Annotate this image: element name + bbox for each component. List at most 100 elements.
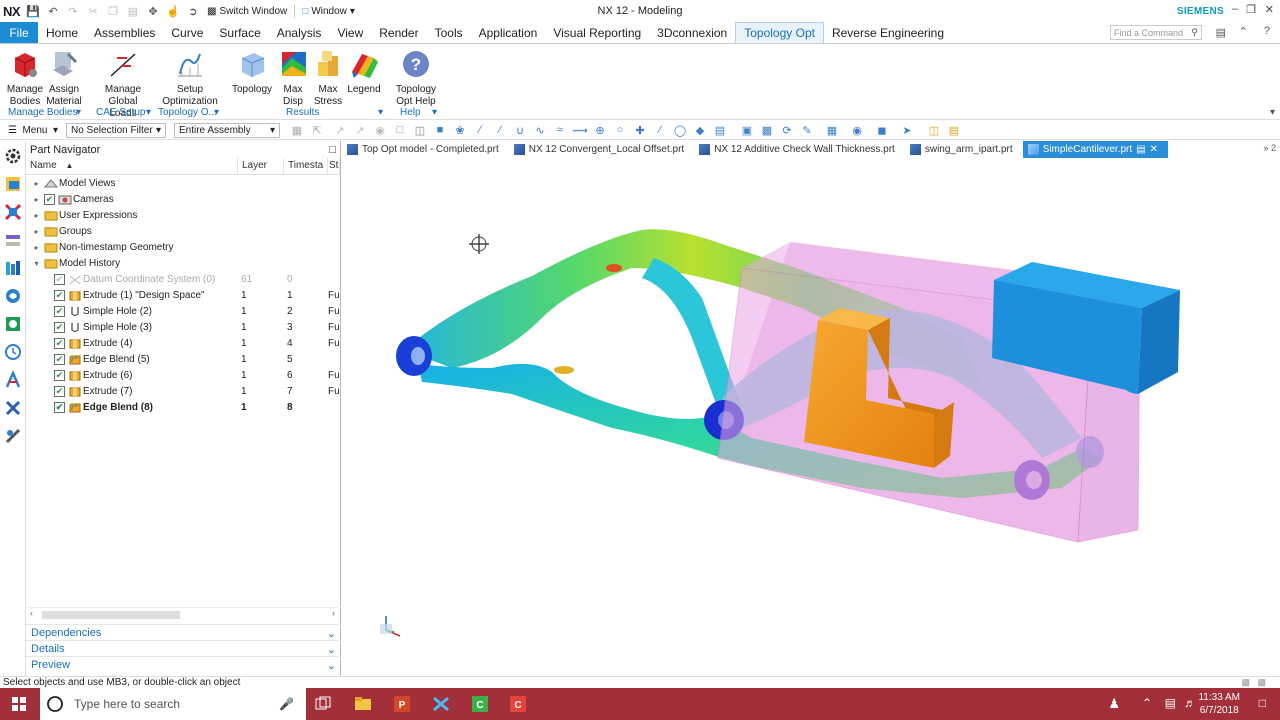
expand-icon[interactable]: ▸: [32, 195, 41, 204]
dependencies-panel-header[interactable]: Dependencies ⌄: [26, 624, 341, 640]
visibility-checkbox[interactable]: ✔: [54, 385, 65, 397]
doc-tab-top-opt-model[interactable]: Top Opt model - Completed.prt: [342, 141, 509, 158]
move-icon[interactable]: ✥: [146, 4, 160, 18]
tree-row[interactable]: ▸ Model Views: [26, 175, 340, 191]
column-header-timestamp[interactable]: Timesta: [284, 158, 328, 174]
tab-3dconnexion[interactable]: 3Dconnexion: [649, 22, 735, 43]
tree-row[interactable]: ✔ Edge Blend (8) 1 8: [26, 399, 340, 415]
tree-row[interactable]: ✔ Simple Hole (3) 1 3 Fu: [26, 319, 340, 335]
rotate-icon[interactable]: ⟳: [780, 123, 794, 137]
save-icon[interactable]: 💾: [26, 4, 40, 18]
touch-mode-icon[interactable]: ☝: [166, 4, 180, 18]
repeat-command-icon[interactable]: ➲: [186, 4, 200, 18]
expand-icon[interactable]: ▸: [32, 211, 41, 220]
doc-tab-swing-arm[interactable]: swing_arm_ipart.prt: [905, 141, 1023, 158]
edge-select-icon[interactable]: ↗: [353, 123, 367, 137]
tab-home[interactable]: Home: [38, 22, 86, 43]
column-header-status[interactable]: St: [328, 158, 340, 174]
pin-icon[interactable]: ▤: [1136, 144, 1145, 155]
reuse-library-icon[interactable]: [4, 259, 22, 277]
tree-row[interactable]: ▾ Model History: [26, 255, 340, 271]
zoom-icon[interactable]: ▩: [760, 123, 774, 137]
nx-app-icon[interactable]: [432, 695, 450, 713]
part-navigator-icon[interactable]: [4, 175, 22, 193]
notifications-toggle-icon[interactable]: ⌃: [1142, 696, 1152, 710]
tree-row[interactable]: ▸ ✔ Cameras: [26, 191, 340, 207]
graphics-window[interactable]: [342, 158, 1280, 676]
tab-render[interactable]: Render: [371, 22, 426, 43]
system-materials-icon[interactable]: [4, 399, 22, 417]
doc-tab-simple-cantilever[interactable]: SimpleCantilever.prt ▤ ✕: [1022, 141, 1168, 158]
copy-icon[interactable]: ❐: [106, 4, 120, 18]
restore-icon[interactable]: ❐: [1246, 3, 1256, 16]
tab-topology-opt[interactable]: Topology Opt: [735, 22, 824, 43]
rectangle-select-icon[interactable]: □: [393, 123, 407, 137]
visibility-checkbox[interactable]: ✔: [54, 337, 65, 349]
group-results[interactable]: Results: [286, 107, 319, 118]
tree-row[interactable]: ✔ Extrude (7) 1 7 Fu: [26, 383, 340, 399]
expand-icon[interactable]: ▸: [32, 179, 41, 188]
tab-assemblies[interactable]: Assemblies: [86, 22, 163, 43]
recorder-icon[interactable]: C: [509, 695, 527, 713]
tab-overflow-indicator[interactable]: » 2: [1263, 143, 1276, 153]
collapse-ribbon-icon[interactable]: ⌃: [1239, 25, 1248, 38]
group-manage-bodies[interactable]: Manage Bodies: [8, 107, 78, 118]
diamond-icon[interactable]: ◆: [693, 123, 707, 137]
deselect-icon[interactable]: ↗: [333, 123, 347, 137]
view-triad-icon[interactable]: ➤: [900, 123, 914, 137]
group-help[interactable]: Help: [400, 107, 421, 118]
spline-icon[interactable]: ∿: [533, 123, 547, 137]
scope-select[interactable]: Entire Assembly ▾: [174, 122, 280, 138]
tab-view[interactable]: View: [329, 22, 371, 43]
feature-select-icon[interactable]: ◉: [373, 123, 387, 137]
taskbar-clock[interactable]: 11:33 AM 6/7/2018: [1198, 691, 1240, 717]
assembly-navigator-icon[interactable]: [4, 203, 22, 221]
powerpoint-icon[interactable]: P: [393, 695, 411, 713]
dropdown-arrow-icon[interactable]: ▾: [378, 107, 383, 118]
crosshair-icon[interactable]: ✚: [633, 123, 647, 137]
tree-row[interactable]: ✔ Simple Hole (2) 1 2 Fu: [26, 303, 340, 319]
action-center-icon[interactable]: □: [1259, 696, 1266, 710]
setup-optimization-button[interactable]: Setup Optimization: [162, 48, 218, 108]
find-command-input[interactable]: Find a Command ⚲: [1110, 25, 1202, 40]
tab-curve[interactable]: Curve: [163, 22, 211, 43]
dropdown-arrow-icon[interactable]: ▾: [146, 107, 151, 118]
expand-icon[interactable]: ▸: [32, 243, 41, 252]
volume-icon[interactable]: ♬: [1184, 696, 1196, 710]
roles-icon[interactable]: [4, 371, 22, 389]
layout-icon[interactable]: ▦: [825, 123, 839, 137]
expand-icon[interactable]: ▸: [32, 227, 41, 236]
line-icon[interactable]: ∕: [473, 123, 487, 137]
doc-tab-convergent-local-offset[interactable]: NX 12 Convergent_Local Offset.prt: [509, 141, 694, 158]
task-view-icon[interactable]: [314, 695, 332, 713]
doc-tab-additive-check[interactable]: NX 12 Additive Check Wall Thickness.prt: [694, 141, 905, 158]
visibility-checkbox[interactable]: ✔: [54, 321, 65, 333]
tab-surface[interactable]: Surface: [211, 22, 268, 43]
center-point-icon[interactable]: ⊕: [593, 123, 607, 137]
tab-tools[interactable]: Tools: [427, 22, 471, 43]
file-explorer-icon[interactable]: [354, 695, 372, 713]
close-icon[interactable]: ✕: [1265, 3, 1274, 16]
web-browser-icon[interactable]: [4, 287, 22, 305]
tree-row[interactable]: ▸ Non-timestamp Geometry: [26, 239, 340, 255]
clock-icon[interactable]: [4, 343, 22, 361]
select-all-icon[interactable]: ⇱: [310, 123, 324, 137]
selection-filter-select[interactable]: No Selection Filter ▾: [66, 122, 166, 138]
circle-icon[interactable]: ○: [613, 123, 627, 137]
ribbon-overflow-icon[interactable]: ▾: [1270, 107, 1275, 118]
visibility-checkbox[interactable]: ✔: [54, 353, 65, 365]
topology-opt-help-button[interactable]: ? Topology Opt Help: [392, 48, 440, 108]
paste-icon[interactable]: ▤: [126, 4, 140, 18]
render-style-icon[interactable]: ◉: [850, 123, 864, 137]
curve-icon[interactable]: ∪: [513, 123, 527, 137]
scroll-left-icon[interactable]: ‹: [30, 608, 33, 618]
tree-row[interactable]: ✔ Datum Coordinate System (0) 61 0: [26, 271, 340, 287]
line-icon[interactable]: ∕: [493, 123, 507, 137]
body-select-icon[interactable]: ◫: [413, 123, 427, 137]
column-header-name[interactable]: Name ▲: [26, 158, 238, 174]
history-icon[interactable]: [4, 315, 22, 333]
book-icon[interactable]: ▤: [713, 123, 727, 137]
group-cae-setup[interactable]: CAE Setup: [96, 107, 145, 118]
network-icon[interactable]: ▤: [1165, 696, 1176, 710]
switch-window-button[interactable]: ▩ Switch Window: [203, 6, 291, 17]
